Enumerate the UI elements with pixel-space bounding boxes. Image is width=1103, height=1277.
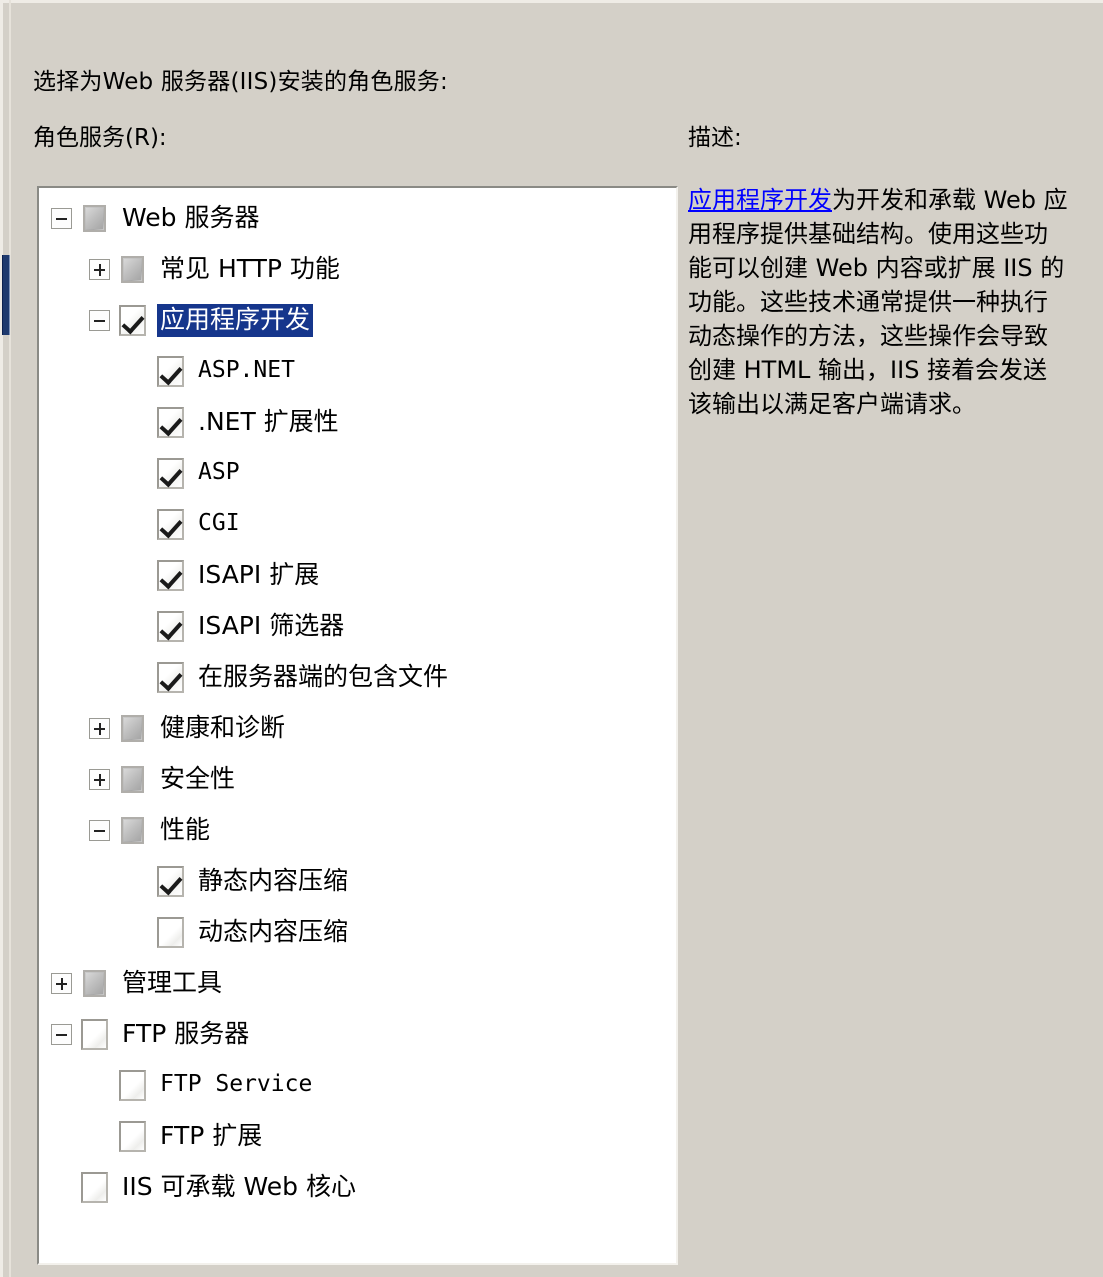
checkbox-partial-icon[interactable] — [119, 254, 146, 285]
checkbox-partial-icon[interactable] — [81, 968, 108, 999]
expander-none-icon — [127, 871, 148, 892]
tree-row[interactable]: ASP — [39, 448, 676, 499]
checkbox-unchecked-icon[interactable] — [119, 1070, 146, 1101]
checkbox-checked-icon[interactable] — [157, 509, 184, 540]
tree-row[interactable]: ASP.NET — [39, 346, 676, 397]
checkbox-unchecked-icon[interactable] — [119, 1121, 146, 1152]
checkbox-unchecked-icon[interactable] — [157, 917, 184, 948]
tree-row[interactable]: 常见 HTTP 功能 — [39, 244, 676, 295]
tree-row-label: 在服务器端的包含文件 — [198, 662, 449, 691]
tree-row-label: ASP.NET — [198, 357, 295, 383]
tree-row[interactable]: CGI — [39, 499, 676, 550]
tree-row[interactable]: 在服务器端的包含文件 — [39, 652, 676, 703]
description-text: 应用程序开发为开发和承载 Web 应用程序提供基础结构。使用这些功能可以创建 W… — [688, 183, 1070, 421]
tree-row-label: FTP 服务器 — [122, 1019, 250, 1048]
expand-plus-icon[interactable] — [89, 718, 110, 739]
tree-row[interactable]: FTP 服务器 — [39, 1009, 676, 1060]
collapse-minus-icon[interactable] — [51, 1024, 72, 1045]
checkbox-checked-icon[interactable] — [157, 356, 184, 387]
checkbox-checked-icon[interactable] — [157, 407, 184, 438]
tree-row-label: 性能 — [160, 815, 211, 844]
tree-row[interactable]: 健康和诊断 — [39, 703, 676, 754]
tree-row-label: 应用程序开发 — [157, 304, 314, 337]
page-title: 选择为Web 服务器(IIS)安装的角色服务: — [33, 69, 448, 95]
tree-row-label: IIS 可承载 Web 核心 — [122, 1172, 356, 1201]
tree-row-label: 静态内容压缩 — [198, 866, 349, 895]
description-body: 为开发和承载 Web 应用程序提供基础结构。使用这些功能可以创建 Web 内容或… — [688, 186, 1068, 418]
tree-row[interactable]: Web 服务器 — [39, 193, 676, 244]
tree-row[interactable]: 静态内容压缩 — [39, 856, 676, 907]
expander-none-icon — [89, 1126, 110, 1147]
tree-row[interactable]: IIS 可承载 Web 核心 — [39, 1162, 676, 1213]
collapse-minus-icon[interactable] — [89, 310, 110, 331]
tree-row-label: CGI — [198, 510, 240, 536]
tree-row[interactable]: ISAPI 筛选器 — [39, 601, 676, 652]
page-bevel-left — [0, 0, 3, 1277]
page-bevel-left-inner — [9, 0, 11, 1277]
tree-row[interactable]: FTP Service — [39, 1060, 676, 1111]
checkbox-partial-icon[interactable] — [119, 815, 146, 846]
tree-row-label: 管理工具 — [122, 968, 223, 997]
left-focus-accent-bar — [2, 255, 10, 335]
tree-row-label: .NET 扩展性 — [198, 407, 339, 436]
role-services-label: 角色服务(R): — [33, 125, 167, 151]
tree-row[interactable]: 动态内容压缩 — [39, 907, 676, 958]
expander-none-icon — [127, 616, 148, 637]
tree-row[interactable]: ISAPI 扩展 — [39, 550, 676, 601]
checkbox-checked-icon[interactable] — [119, 305, 146, 336]
tree-row[interactable]: FTP 扩展 — [39, 1111, 676, 1162]
checkbox-checked-icon[interactable] — [157, 458, 184, 489]
tree-row-label: ASP — [198, 459, 240, 485]
expander-none-icon — [127, 361, 148, 382]
expander-none-icon — [127, 412, 148, 433]
expander-none-icon — [51, 1177, 72, 1198]
expander-none-icon — [89, 1075, 110, 1096]
tree-row-label: ISAPI 扩展 — [198, 560, 320, 589]
tree-row[interactable]: 应用程序开发 — [39, 295, 676, 346]
tree-rows-container: Web 服务器常见 HTTP 功能应用程序开发 ASP.NET .NET 扩展性 AS… — [39, 188, 676, 1213]
expander-none-icon — [127, 514, 148, 535]
tree-row-label: FTP 扩展 — [160, 1121, 263, 1150]
checkbox-unchecked-icon[interactable] — [81, 1019, 108, 1050]
expand-plus-icon[interactable] — [51, 973, 72, 994]
tree-row[interactable]: .NET 扩展性 — [39, 397, 676, 448]
checkbox-checked-icon[interactable] — [157, 866, 184, 897]
tree-row-label: 健康和诊断 — [160, 713, 286, 742]
checkbox-checked-icon[interactable] — [157, 560, 184, 591]
role-services-tree[interactable]: Web 服务器常见 HTTP 功能应用程序开发 ASP.NET .NET 扩展性 AS… — [37, 186, 678, 1265]
description-link[interactable]: 应用程序开发 — [688, 186, 832, 214]
tree-row[interactable]: 安全性 — [39, 754, 676, 805]
tree-row[interactable]: 性能 — [39, 805, 676, 856]
collapse-minus-icon[interactable] — [89, 820, 110, 841]
expander-none-icon — [127, 922, 148, 943]
tree-row-label: ISAPI 筛选器 — [198, 611, 345, 640]
checkbox-partial-icon[interactable] — [119, 764, 146, 795]
collapse-minus-icon[interactable] — [51, 208, 72, 229]
expand-plus-icon[interactable] — [89, 259, 110, 280]
tree-row-label: 安全性 — [160, 764, 236, 793]
description-label: 描述: — [688, 125, 742, 151]
checkbox-checked-icon[interactable] — [157, 611, 184, 642]
expander-none-icon — [127, 667, 148, 688]
checkbox-unchecked-icon[interactable] — [81, 1172, 108, 1203]
expander-none-icon — [127, 463, 148, 484]
expander-none-icon — [127, 565, 148, 586]
tree-row[interactable]: 管理工具 — [39, 958, 676, 1009]
expand-plus-icon[interactable] — [89, 769, 110, 790]
checkbox-checked-icon[interactable] — [157, 662, 184, 693]
tree-row-label: Web 服务器 — [122, 203, 260, 232]
checkbox-partial-icon[interactable] — [81, 203, 108, 234]
tree-row-label: FTP Service — [160, 1071, 313, 1097]
tree-row-label: 动态内容压缩 — [198, 917, 349, 946]
checkbox-partial-icon[interactable] — [119, 713, 146, 744]
page-bevel-top — [0, 0, 1103, 3]
tree-row-label: 常见 HTTP 功能 — [160, 254, 340, 283]
